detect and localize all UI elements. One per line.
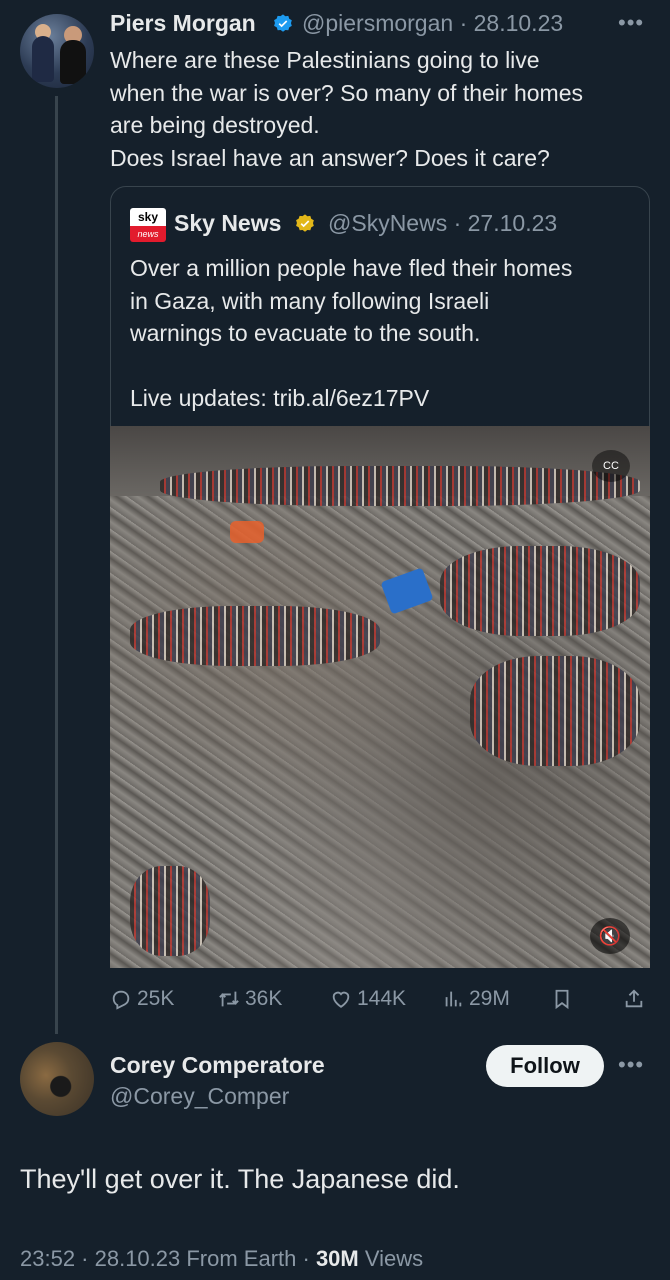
tweet-meta: 23:52 · 28.10.23 From Earth · 30M Views bbox=[20, 1246, 423, 1272]
cc-icon[interactable]: CC bbox=[592, 450, 630, 482]
views-button[interactable]: 29M bbox=[442, 984, 510, 1014]
quoted-tweet-text: Over a million people have fled their ho… bbox=[130, 255, 573, 411]
reply-author-handle[interactable]: @Corey_Comper bbox=[110, 1083, 289, 1110]
sky-news-avatar[interactable]: sky news bbox=[130, 208, 166, 242]
avatar-corey-comperatore[interactable] bbox=[20, 1042, 94, 1116]
meta-time-location: 23:52 · 28.10.23 From Earth · bbox=[20, 1246, 316, 1271]
quoted-author-name[interactable]: Sky News bbox=[174, 210, 281, 237]
views-icon bbox=[445, 991, 462, 1007]
meta-views-label: Views bbox=[358, 1246, 424, 1271]
bookmark-button[interactable] bbox=[551, 984, 573, 1014]
reply-author-name[interactable]: Corey Comperatore bbox=[110, 1052, 325, 1079]
reply-button[interactable]: 25K bbox=[110, 984, 174, 1014]
like-button[interactable]: 144K bbox=[330, 984, 406, 1014]
share-button[interactable] bbox=[623, 984, 645, 1014]
more-options-icon[interactable]: ••• bbox=[618, 1052, 644, 1078]
follow-button[interactable]: Follow bbox=[486, 1045, 604, 1087]
bookmark-icon bbox=[555, 989, 569, 1010]
like-icon bbox=[332, 991, 350, 1008]
reply-text: They'll get over it. The Japanese did. bbox=[20, 1164, 460, 1194]
retweet-icon bbox=[219, 991, 239, 1007]
verified-gold-icon bbox=[296, 214, 314, 232]
author-name[interactable]: Piers Morgan bbox=[110, 10, 256, 37]
meta-views-count[interactable]: 30M bbox=[316, 1246, 359, 1271]
verified-icon bbox=[274, 14, 292, 32]
mute-icon[interactable]: 🔇 bbox=[590, 918, 630, 954]
share-icon bbox=[625, 989, 643, 1008]
author-handle[interactable]: @piersmorgan · 28.10.23 bbox=[302, 10, 563, 37]
thread-line bbox=[55, 96, 58, 1034]
avatar-piers-morgan[interactable] bbox=[20, 14, 94, 88]
video-thumbnail[interactable] bbox=[110, 426, 650, 968]
tweet-text: Where are these Palestinians going to li… bbox=[110, 47, 584, 171]
retweet-button[interactable]: 36K bbox=[218, 984, 282, 1014]
more-options-icon[interactable]: ••• bbox=[618, 10, 644, 36]
reply-icon bbox=[112, 990, 130, 1010]
quoted-author-handle[interactable]: @SkyNews · 27.10.23 bbox=[328, 210, 557, 237]
